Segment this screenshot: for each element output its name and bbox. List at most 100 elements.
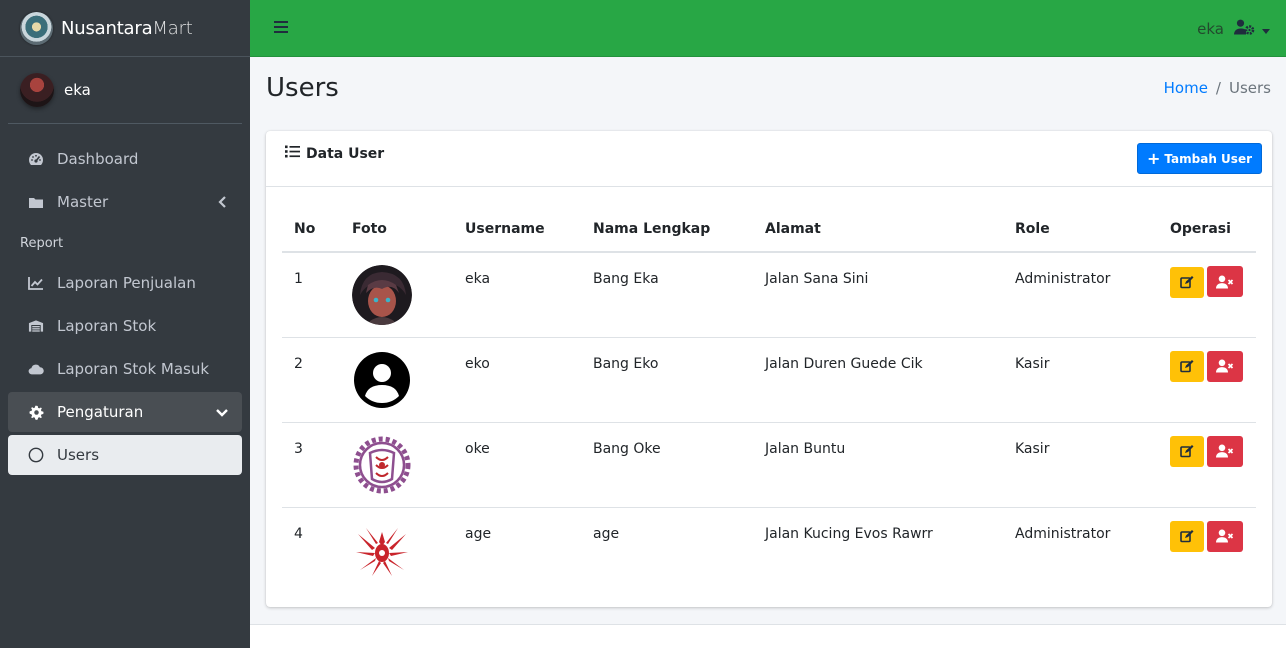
sidebar-item-master[interactable]: Master — [8, 182, 242, 222]
header-user-name: eka — [1197, 20, 1224, 38]
delete-user-button[interactable] — [1207, 520, 1243, 552]
column-header-operasi: Operasi — [1158, 207, 1256, 253]
add-user-button-label: Tambah User — [1164, 151, 1252, 166]
cell-nama-lengkap: Bang Eko — [581, 336, 753, 422]
brand-name-light: Mart — [152, 17, 193, 39]
table-row: 4 age age Jalan Kucing Evos Rawrr Admini… — [282, 506, 1256, 592]
table-header-row: No Foto Username Nama Lengkap Alamat Rol… — [282, 207, 1256, 253]
table-row: 3 oke Bang Oke Jalan Buntu Kasir — [282, 421, 1256, 507]
chevron-left-icon — [218, 194, 228, 212]
card-title-text: Data User — [306, 145, 385, 162]
edit-button[interactable] — [1170, 266, 1204, 298]
table-row: 2 eko Bang Eko Jalan Duren Guede Cik Kas… — [282, 336, 1256, 422]
user-times-icon — [1216, 529, 1234, 543]
sidebar: NusantaraMart eka Dashboard Master Repor… — [0, 0, 250, 648]
brand-name-bold: Nusantara — [61, 17, 153, 39]
cell-role: Kasir — [1003, 421, 1158, 507]
cell-foto — [340, 421, 453, 507]
user-times-icon — [1216, 359, 1234, 373]
nav-header-report: Report — [20, 235, 64, 251]
cell-username: eko — [453, 336, 581, 422]
sidebar-item-label: Users — [57, 446, 100, 464]
cell-username: eka — [465, 271, 491, 287]
cell-username: oke — [453, 421, 581, 507]
users-table: No Foto Username Nama Lengkap Alamat Rol… — [282, 207, 1256, 592]
cell-no: 4 — [282, 506, 340, 592]
cell-alamat: Jalan Sana Sini — [765, 271, 869, 287]
breadcrumb-separator: / — [1215, 79, 1221, 97]
sidebar-item-laporan-stok[interactable]: Laporan Stok — [8, 306, 242, 346]
card-title: Data User — [285, 145, 384, 162]
cell-no: 3 — [282, 421, 340, 507]
sidebar-item-users[interactable]: Users — [8, 435, 242, 475]
card-header: Data User + Tambah User — [266, 131, 1272, 187]
warehouse-icon — [28, 318, 44, 334]
column-header-nama-lengkap: Nama Lengkap — [581, 207, 753, 253]
sidebar-item-label: Pengaturan — [57, 403, 144, 421]
page-title: Users — [266, 73, 339, 103]
column-header-role: Role — [1003, 207, 1158, 253]
cloud-icon — [28, 361, 44, 377]
sidebar-item-laporan-penjualan[interactable]: Laporan Penjualan — [8, 263, 242, 303]
add-user-button[interactable]: + Tambah User — [1137, 143, 1262, 174]
cell-operasi — [1158, 336, 1256, 422]
column-header-username: Username — [453, 207, 581, 253]
brand-name: NusantaraMart — [61, 18, 193, 39]
delete-user-button[interactable] — [1207, 266, 1243, 297]
edit-icon — [1180, 445, 1194, 458]
sidebar-item-laporan-stok-masuk[interactable]: Laporan Stok Masuk — [8, 349, 242, 389]
brand-link[interactable]: NusantaraMart — [0, 0, 250, 57]
list-icon — [285, 145, 300, 162]
edit-button[interactable] — [1170, 521, 1204, 552]
column-header-foto: Foto — [340, 207, 453, 253]
user-times-icon — [1216, 444, 1234, 458]
column-header-no: No — [282, 207, 340, 253]
user-panel-name: eka — [64, 81, 91, 99]
chevron-down-icon — [216, 404, 228, 422]
gear-emblem-image — [353, 436, 411, 493]
spider-emblem-image — [356, 527, 408, 576]
edit-icon — [1180, 530, 1194, 543]
cell-alamat: Jalan Buntu — [753, 421, 1003, 507]
caret-down-icon — [1262, 20, 1270, 38]
delete-user-button[interactable] — [1207, 350, 1243, 382]
sidebar-item-pengaturan[interactable]: Pengaturan — [8, 392, 242, 432]
hamburger-menu-icon[interactable] — [274, 21, 288, 34]
circle-icon — [28, 447, 44, 463]
sidebar-nav: Dashboard Master Report Laporan Penjuala… — [0, 139, 250, 475]
user-panel[interactable]: eka — [8, 57, 242, 124]
users-card: Data User + Tambah User No Foto Username… — [266, 131, 1272, 607]
cell-no: 1 — [294, 271, 303, 287]
cell-nama-lengkap: age — [581, 506, 753, 592]
default-avatar-icon — [354, 351, 410, 408]
line-chart-icon — [28, 275, 44, 291]
sidebar-item-label: Dashboard — [57, 150, 139, 168]
edit-icon — [1180, 360, 1194, 373]
sidebar-item-dashboard[interactable]: Dashboard — [8, 139, 242, 179]
cell-alamat: Jalan Duren Guede Cik — [753, 336, 1003, 422]
cell-operasi — [1158, 252, 1256, 337]
edit-button[interactable] — [1170, 351, 1204, 382]
user-dropdown[interactable]: eka — [1197, 19, 1270, 39]
cell-foto — [340, 336, 453, 422]
user-times-icon — [1216, 275, 1234, 288]
cell-no: 2 — [282, 336, 340, 422]
breadcrumb: Home / Users — [1164, 79, 1271, 97]
gear-icon — [28, 404, 44, 420]
cell-operasi — [1158, 421, 1256, 507]
cell-foto — [340, 506, 453, 592]
user-photo — [352, 265, 412, 325]
plus-icon: + — [1147, 148, 1161, 168]
breadcrumb-home-link[interactable]: Home — [1164, 79, 1208, 97]
cell-foto — [340, 252, 453, 337]
folder-icon — [28, 194, 44, 210]
edit-button[interactable] — [1170, 436, 1204, 467]
cell-role: Administrator — [1015, 271, 1111, 287]
sidebar-item-label: Master — [57, 193, 109, 211]
delete-user-button[interactable] — [1207, 435, 1243, 467]
sidebar-item-label: Laporan Stok — [57, 317, 157, 335]
sidebar-item-label: Laporan Penjualan — [57, 274, 196, 292]
column-header-alamat: Alamat — [753, 207, 1003, 253]
cell-operasi — [1158, 506, 1256, 592]
breadcrumb-current: Users — [1228, 79, 1271, 97]
